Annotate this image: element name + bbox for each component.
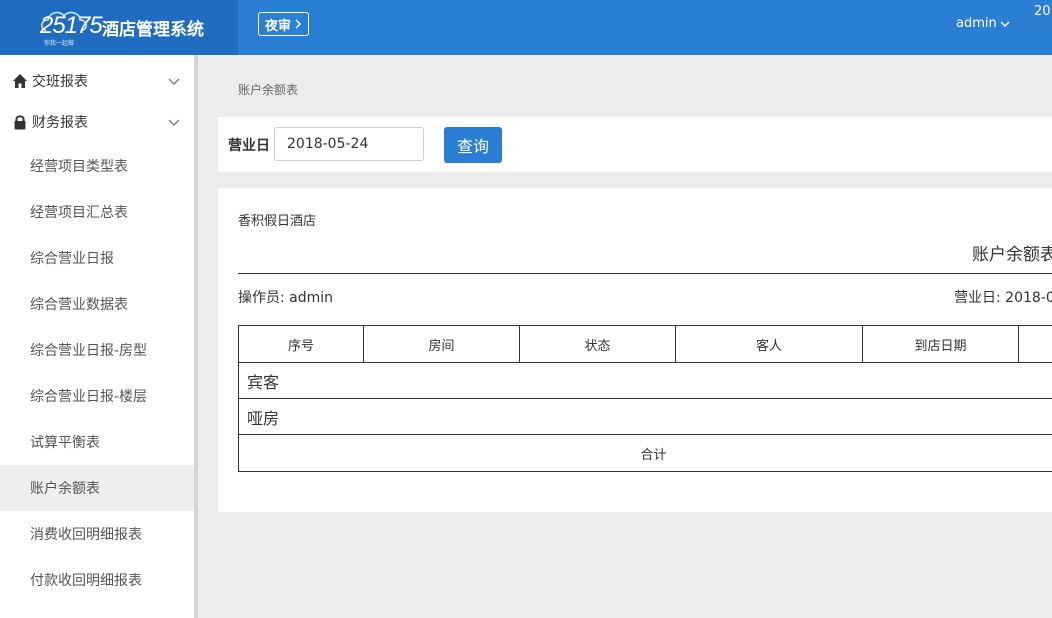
chevron-down-icon bbox=[1000, 21, 1010, 27]
table-row: 哑房 bbox=[238, 398, 1052, 435]
business-date-label: 营业日 bbox=[228, 138, 270, 154]
chevron-down-icon bbox=[168, 119, 180, 126]
app-title: 酒店管理系统 bbox=[102, 20, 204, 40]
section-dummy-rooms: 哑房 bbox=[238, 398, 1052, 435]
top-bar: 25175 你我一起做 酒店管理系统 夜审 admin 20 bbox=[0, 0, 1052, 55]
title-divider bbox=[238, 273, 1052, 274]
logo-number: 25175 bbox=[40, 12, 103, 39]
sidebar-item-trial-balance[interactable]: 试算平衡表 bbox=[0, 419, 194, 465]
chevron-right-icon bbox=[295, 19, 302, 29]
sidebar-group-shift-reports[interactable]: 交班报表 bbox=[0, 61, 194, 101]
sidebar-item-business-summary[interactable]: 经营项目汇总表 bbox=[0, 189, 194, 235]
column-header bbox=[1018, 325, 1052, 363]
column-header: 到店日期 bbox=[862, 325, 1019, 363]
section-guests: 宾客 bbox=[238, 362, 1052, 399]
business-date-input[interactable] bbox=[274, 127, 424, 161]
breadcrumb: 账户余额表 bbox=[238, 83, 299, 97]
lock-icon bbox=[14, 115, 26, 130]
user-name: admin bbox=[956, 16, 997, 31]
sidebar-item-daily-floor[interactable]: 综合营业日报-楼层 bbox=[0, 373, 194, 419]
sidebar-group-label: 财务报表 bbox=[32, 115, 88, 131]
total-row: 合计 bbox=[238, 434, 1052, 472]
chevron-down-icon bbox=[168, 78, 180, 85]
column-header: 房间 bbox=[363, 325, 520, 363]
night-audit-label: 夜审 bbox=[265, 18, 292, 34]
user-menu[interactable]: admin bbox=[956, 16, 1010, 31]
sidebar-item-consumption-detail[interactable]: 消费收回明细报表 bbox=[0, 511, 194, 557]
hotel-name: 香积假日酒店 bbox=[238, 214, 317, 229]
column-header: 序号 bbox=[238, 325, 364, 363]
logo[interactable]: 25175 你我一起做 酒店管理系统 bbox=[0, 0, 238, 55]
sidebar-divider bbox=[194, 55, 198, 618]
sidebar-group-finance-reports[interactable]: 财务报表 bbox=[0, 102, 194, 142]
home-icon bbox=[13, 74, 27, 88]
night-audit-button[interactable]: 夜审 bbox=[258, 12, 310, 36]
table-header-row: 序号 房间 状态 客人 到店日期 bbox=[238, 325, 1052, 363]
table-row: 宾客 bbox=[238, 362, 1052, 399]
balance-table: 序号 房间 状态 客人 到店日期 宾客 哑房 合计 bbox=[238, 325, 1052, 472]
sidebar-item-daily-data[interactable]: 综合营业数据表 bbox=[0, 281, 194, 327]
clock-text: 20 bbox=[1034, 4, 1051, 19]
table-row: 合计 bbox=[238, 434, 1052, 472]
sidebar-item-business-type[interactable]: 经营项目类型表 bbox=[0, 143, 194, 189]
sidebar-item-daily-room-type[interactable]: 综合营业日报-房型 bbox=[0, 327, 194, 373]
sidebar-item-account-balance[interactable]: 账户余额表 bbox=[0, 465, 194, 511]
business-date-text: 营业日: 2018-05-24 bbox=[954, 290, 1052, 306]
report-title: 账户余额表 bbox=[972, 245, 1052, 265]
sidebar-item-payment-detail[interactable]: 付款收回明细报表 bbox=[0, 557, 194, 603]
sidebar-item-daily-report[interactable]: 综合营业日报 bbox=[0, 235, 194, 281]
column-header: 客人 bbox=[675, 325, 863, 363]
logo-tagline: 你我一起做 bbox=[44, 40, 75, 47]
query-button[interactable]: 查询 bbox=[444, 127, 502, 163]
column-header: 状态 bbox=[519, 325, 676, 363]
operator-text: 操作员: admin bbox=[238, 290, 334, 306]
sidebar-group-label: 交班报表 bbox=[32, 74, 88, 90]
